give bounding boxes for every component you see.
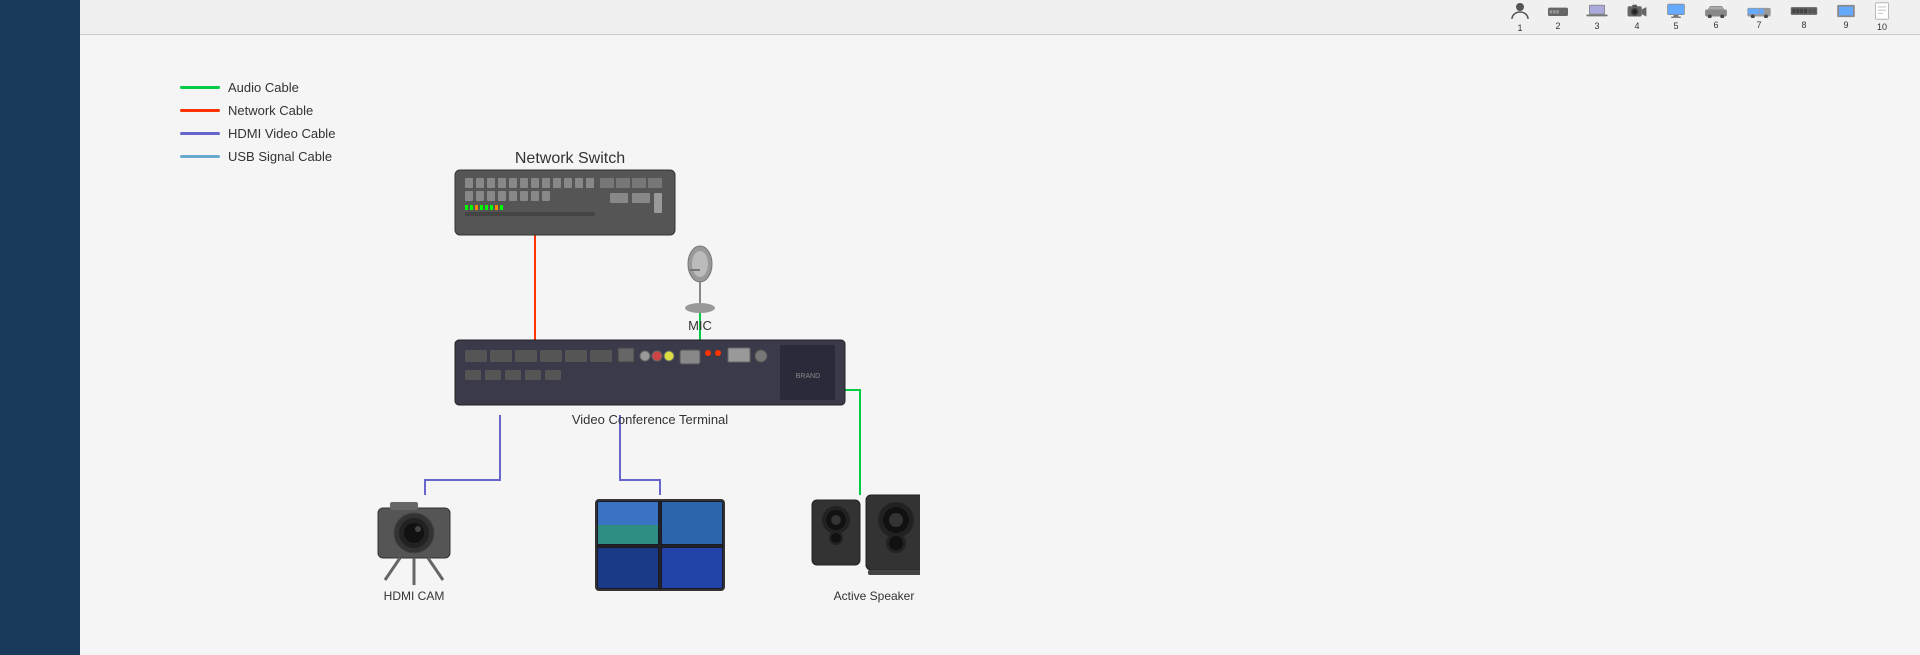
diagram: Network Switch (160, 60, 920, 650)
svg-text:HDMI CAM: HDMI CAM (384, 589, 445, 603)
svg-text:MIC: MIC (688, 318, 712, 333)
svg-text:Video Conference Terminal: Video Conference Terminal (572, 412, 728, 427)
thumb-1[interactable]: 1 (1510, 1, 1530, 33)
svg-text:Active Speaker: Active Speaker (834, 589, 915, 603)
svg-text:Network Switch: Network Switch (515, 150, 625, 167)
thumb-2[interactable]: 2 (1548, 3, 1568, 31)
thumb-9[interactable]: 9 (1836, 4, 1856, 30)
thumb-5[interactable]: 5 (1666, 3, 1686, 31)
thumb-3[interactable]: 3 (1586, 3, 1608, 31)
thumb-8[interactable]: 8 (1790, 4, 1818, 30)
thumb-7[interactable]: 7 (1746, 4, 1772, 30)
thumb-10[interactable]: 10 (1874, 2, 1890, 32)
thumb-6[interactable]: 6 (1704, 4, 1728, 30)
thumbnail-bar: 1 2 3 4 5 (80, 0, 1920, 35)
thumb-4[interactable]: 4 (1626, 3, 1648, 31)
svg-text:BRAND: BRAND (796, 373, 821, 380)
